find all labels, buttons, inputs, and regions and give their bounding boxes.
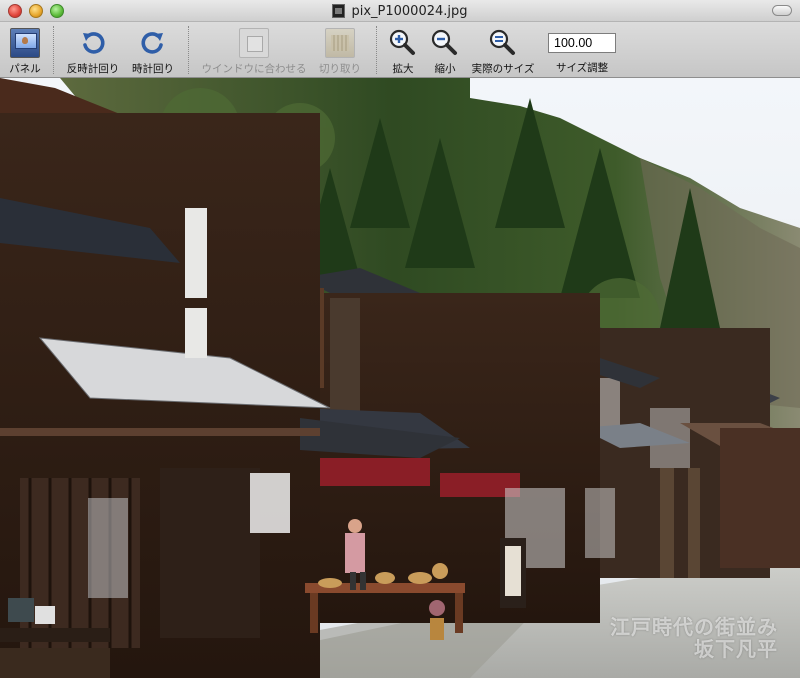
watermark-line2: 坂下凡平 xyxy=(694,637,778,661)
image-canvas[interactable]: 江戸時代の街並み 坂下凡平 xyxy=(0,78,800,678)
window-title: pix_P1000024.jpg xyxy=(351,3,468,19)
zoom-out-label: 縮小 xyxy=(434,63,456,75)
zoom-in-label: 拡大 xyxy=(392,63,414,75)
toolbar-separator xyxy=(188,26,189,74)
actual-size-label: 実際のサイズ xyxy=(471,63,535,75)
fit-window-button[interactable]: ウインドウに合わせる xyxy=(196,24,312,76)
toolbar: パネル 反時計回り 時計回り ウインドウに合わせる 切り取り 拡大 縮小 実際の… xyxy=(0,22,800,78)
rotate-right-icon xyxy=(138,28,168,58)
photo-watermark: 江戸時代の街並み 坂下凡平 xyxy=(610,616,778,660)
rotate-cw-button[interactable]: 時計回り xyxy=(128,24,178,76)
rotate-cw-label: 時計回り xyxy=(132,63,174,75)
toolbar-separator xyxy=(53,26,54,74)
crop-icon xyxy=(325,28,355,58)
toolbar-toggle-button[interactable] xyxy=(772,5,792,16)
watermark-line1: 江戸時代の街並み xyxy=(610,615,778,639)
zoom-out-button[interactable]: 縮小 xyxy=(428,24,462,76)
vendor-person xyxy=(345,533,365,573)
panel-icon xyxy=(10,28,40,58)
actual-size-icon xyxy=(488,28,518,58)
zoom-in-icon xyxy=(388,28,418,58)
zoom-adjust-label: サイズ調整 xyxy=(556,62,609,74)
crop-label: 切り取り xyxy=(319,63,361,75)
panel-label: パネル xyxy=(9,63,41,75)
window-title-area: pix_P1000024.jpg xyxy=(0,3,800,19)
fit-window-label: ウインドウに合わせる xyxy=(201,63,307,75)
zoom-percent-input[interactable] xyxy=(548,33,616,53)
panel-button[interactable]: パネル xyxy=(5,24,45,76)
photo xyxy=(0,78,800,678)
red-noren-curtain xyxy=(320,458,430,486)
rotate-ccw-button[interactable]: 反時計回り xyxy=(62,24,124,76)
document-icon xyxy=(332,4,346,18)
fit-window-icon xyxy=(239,28,269,58)
actual-size-button[interactable]: 実際のサイズ xyxy=(468,24,538,76)
crop-button[interactable]: 切り取り xyxy=(316,24,364,76)
toolbar-separator xyxy=(376,26,377,74)
zoom-in-button[interactable]: 拡大 xyxy=(386,24,420,76)
rotate-left-icon xyxy=(78,28,108,58)
rotate-ccw-label: 反時計回り xyxy=(66,63,120,75)
zoom-out-icon xyxy=(430,28,460,58)
title-bar: pix_P1000024.jpg xyxy=(0,0,800,22)
